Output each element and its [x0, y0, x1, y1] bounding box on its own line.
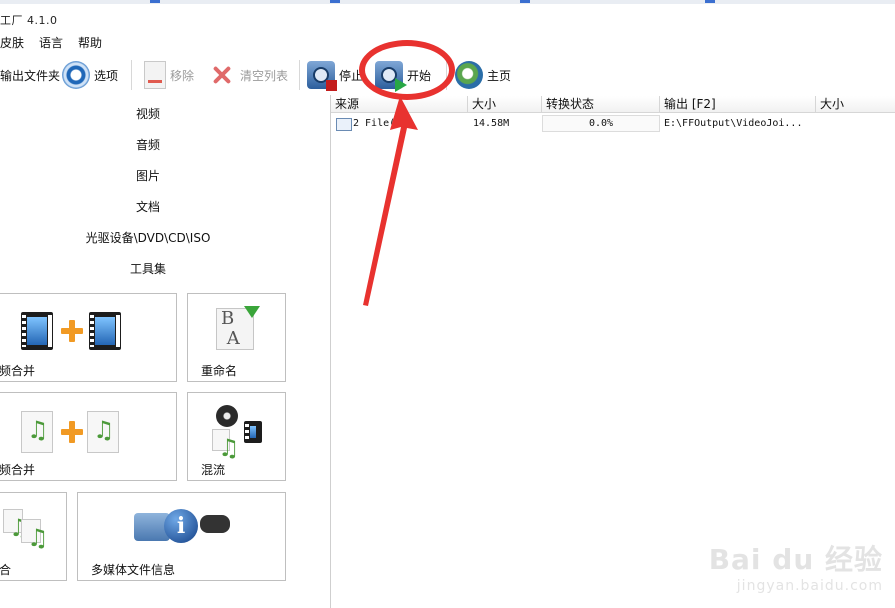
- category-tools[interactable]: 工具集: [0, 260, 296, 277]
- home-button[interactable]: 主页: [455, 58, 511, 92]
- row-status: 0.0%: [588, 118, 614, 129]
- plus-icon: [61, 421, 83, 443]
- video-join-tile[interactable]: 频合并: [0, 293, 177, 382]
- window-title: 工厂 4.1.0: [0, 14, 58, 27]
- toolbar-divider: [299, 60, 300, 90]
- merge-tile[interactable]: 合: [0, 492, 67, 581]
- music-note-icon: [3, 509, 31, 542]
- info-icon: i: [164, 509, 198, 543]
- media-info-tile[interactable]: i 多媒体文件信息: [77, 492, 286, 581]
- music-note-icon: [212, 429, 240, 462]
- binoculars-icon: [200, 515, 230, 533]
- watermark: Bai du 经验 jingyan.baidu.com: [709, 538, 883, 594]
- film-reel-icon: [216, 405, 238, 427]
- menu-bar: 皮肤 语言 帮助: [0, 32, 895, 52]
- film-strip-icon: [21, 312, 53, 350]
- column-size[interactable]: 大小: [468, 96, 542, 113]
- film-strip-icon: [244, 421, 262, 443]
- clear-list-label: 清空列表: [240, 68, 289, 83]
- column-output[interactable]: 输出 [F2]: [660, 96, 816, 113]
- home-globe-icon: [455, 61, 483, 89]
- remove-label: 移除: [170, 68, 195, 83]
- annotation-arrow: [363, 96, 418, 306]
- row-output-size: [820, 116, 890, 132]
- category-document[interactable]: 文档: [0, 198, 296, 215]
- music-note-icon: [87, 411, 119, 453]
- title-bar: 工厂 4.1.0: [0, 4, 895, 32]
- category-panel: 视频 音频 图片 文档 光驱设备\DVD\CD\ISO 工具集 频合并 B A …: [0, 95, 331, 608]
- music-note-icon: [21, 519, 49, 552]
- category-audio[interactable]: 音频: [0, 136, 296, 153]
- stop-icon: [307, 61, 337, 91]
- toolbar-divider: [131, 60, 132, 90]
- rename-tile[interactable]: B A 重命名: [187, 293, 286, 382]
- mux-label: 混流: [201, 463, 226, 477]
- audio-join-tile[interactable]: 频合并: [0, 392, 177, 481]
- column-status[interactable]: 转换状态: [542, 96, 660, 113]
- document-remove-icon: [144, 61, 166, 89]
- row-size: 14.58M: [473, 118, 510, 129]
- output-folder-label: 输出文件夹: [0, 68, 61, 83]
- audio-join-label: 频合并: [0, 463, 36, 477]
- menu-language[interactable]: 语言: [39, 34, 63, 51]
- file-list-icon: [336, 118, 352, 131]
- output-folder-button[interactable]: 输出文件夹: [0, 58, 60, 92]
- annotation-circle: [359, 40, 455, 100]
- category-video[interactable]: 视频: [0, 105, 296, 122]
- category-image[interactable]: 图片: [0, 167, 296, 184]
- row-progress-bar: 0.0%: [542, 115, 660, 132]
- mux-tile[interactable]: 混流: [187, 392, 286, 481]
- watermark-brand: Bai du 经验: [708, 543, 883, 576]
- options-label: 选项: [94, 68, 119, 83]
- gear-icon: [62, 61, 90, 89]
- stop-button[interactable]: 停止: [307, 58, 363, 92]
- clear-list-button[interactable]: 清空列表: [208, 58, 288, 92]
- arrow-down-icon: [244, 306, 260, 318]
- video-join-label: 频合并: [0, 364, 36, 378]
- plus-icon: [61, 320, 83, 342]
- watermark-url: jingyan.baidu.com: [736, 578, 883, 594]
- rename-label: 重命名: [201, 364, 238, 378]
- merge-label: 合: [0, 563, 12, 577]
- music-note-icon: [21, 411, 53, 453]
- category-disc[interactable]: 光驱设备\DVD\CD\ISO: [0, 229, 296, 246]
- menu-skin[interactable]: 皮肤: [0, 34, 24, 51]
- home-label: 主页: [487, 68, 512, 83]
- column-output-size[interactable]: 大小: [816, 96, 895, 113]
- close-icon: [208, 61, 236, 89]
- film-strip-icon: [89, 312, 121, 350]
- media-info-label: 多媒体文件信息: [91, 563, 176, 577]
- menu-help[interactable]: 帮助: [78, 34, 102, 51]
- row-output: E:\FFOutput\VideoJoi...: [664, 118, 803, 129]
- remove-button[interactable]: 移除: [140, 58, 194, 92]
- options-button[interactable]: 选项: [62, 58, 118, 92]
